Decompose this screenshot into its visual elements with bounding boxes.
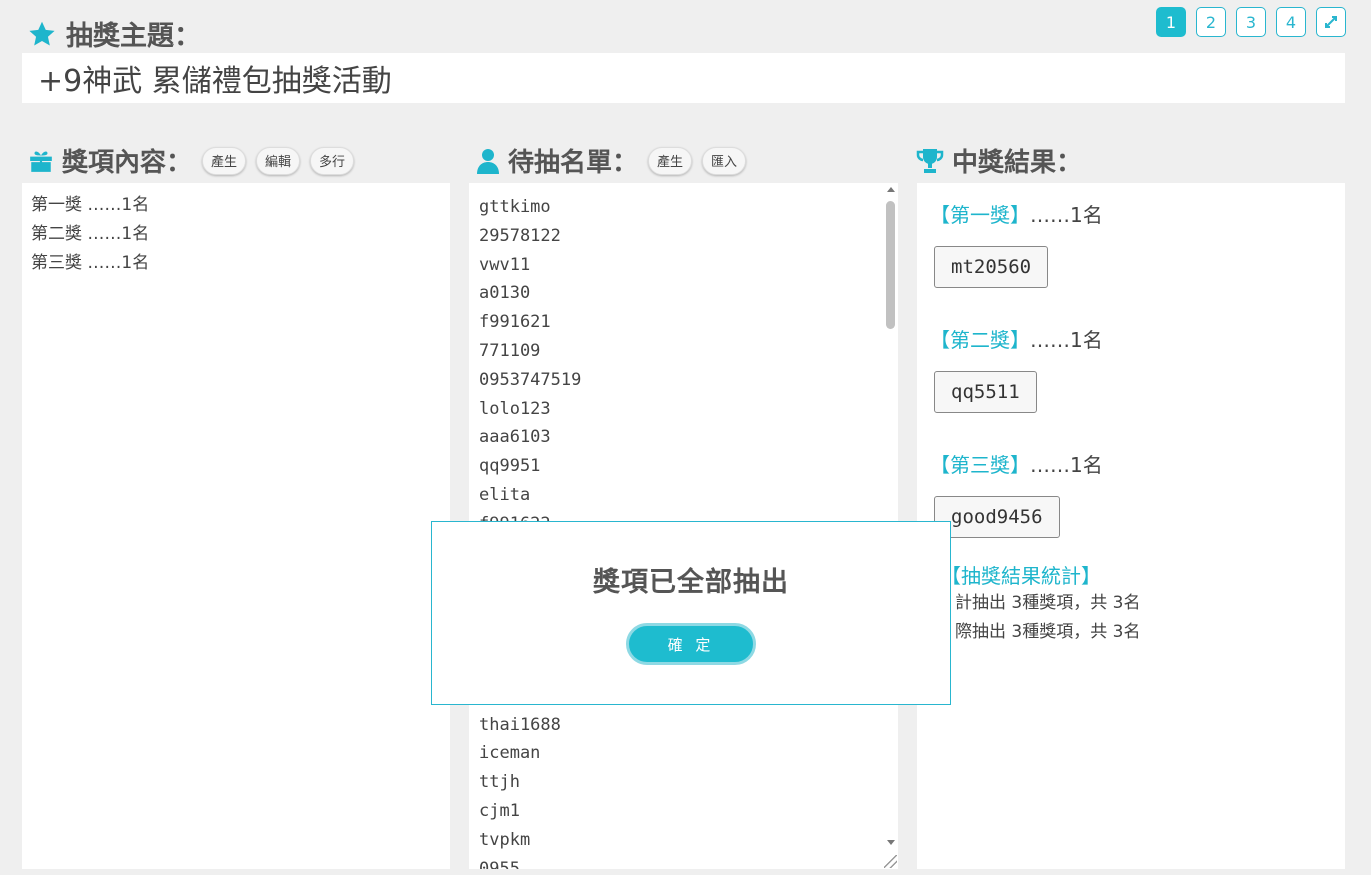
result-prize-title: 【第一獎】……1名 <box>930 199 1345 228</box>
topic-heading: 抽獎主題： <box>28 14 201 53</box>
expand-icon <box>1323 14 1339 30</box>
candidate-name: vwv11 <box>479 254 531 275</box>
scroll-up-arrow[interactable] <box>887 187 895 192</box>
results-panel: 【第一獎】……1名 mt20560 【第二獎】……1名 qq5511 【第三獎】… <box>917 183 1345 869</box>
page-button-2[interactable]: 2 <box>1196 7 1226 37</box>
candidate-name: iceman <box>479 743 541 764</box>
scroll-thumb[interactable] <box>886 201 895 329</box>
page-button-4[interactable]: 4 <box>1276 7 1306 37</box>
candidate-name: thai1688 <box>479 714 561 735</box>
gift-icon <box>28 148 54 174</box>
winner-box: qq5511 <box>934 371 1037 413</box>
candidate-name: 0953747519 <box>479 369 582 390</box>
prizes-textarea[interactable]: 第一獎 ……1名 第二獎 ……1名 第三獎 ……1名 <box>22 183 450 869</box>
candidate-name: 771109 <box>479 340 541 361</box>
prizes-heading: 獎項內容： 產生 編輯 多行 <box>28 142 355 179</box>
stats-line: 際抽出 3種獎項，共 3名 <box>955 622 1141 642</box>
candidates-label: 待抽名單： <box>508 148 639 178</box>
candidates-heading: 待抽名單： 產生 匯入 <box>476 142 747 179</box>
star-icon <box>28 20 56 48</box>
candidate-name: tvpkm <box>479 829 531 850</box>
lottery-app: 抽獎主題： 1 2 3 4 +9神武 累儲禮包抽獎活動 獎項內容： 產生 編輯 … <box>0 0 1371 875</box>
result-prize-title: 【第三獎】……1名 <box>930 449 1345 478</box>
result-prize-count: ……1名 <box>1030 328 1103 352</box>
result-prize-name: 【第一獎】 <box>930 203 1030 227</box>
user-icon <box>476 148 500 174</box>
candidate-name: ttjh <box>479 772 520 793</box>
multiline-button[interactable]: 多行 <box>310 146 355 175</box>
result-prize-count: ……1名 <box>1030 453 1103 477</box>
candidate-name: 0955 <box>479 858 520 869</box>
results-heading: 中獎結果： <box>916 142 1082 179</box>
prizes-label: 獎項內容： <box>62 148 193 178</box>
candidate-name: aaa6103 <box>479 427 551 448</box>
confirm-button[interactable]: 確 定 <box>626 623 756 665</box>
prize-line: 第二獎 ……1名 <box>31 224 150 244</box>
edit-prizes-button[interactable]: 編輯 <box>256 146 301 175</box>
generate-prizes-button[interactable]: 產生 <box>202 146 247 175</box>
candidate-name: cjm1 <box>479 800 520 821</box>
result-prize-name: 【第三獎】 <box>930 453 1030 477</box>
result-prize-name: 【第二獎】 <box>930 328 1030 352</box>
import-button[interactable]: 匯入 <box>702 146 747 175</box>
stats-line: 計抽出 3種獎項，共 3名 <box>955 593 1141 613</box>
fullscreen-button[interactable] <box>1316 7 1346 37</box>
result-prize-title: 【第二獎】……1名 <box>930 324 1345 353</box>
candidate-name: elita <box>479 484 531 505</box>
result-prize-count: ……1名 <box>1030 203 1103 227</box>
candidate-name: 29578122 <box>479 225 561 246</box>
candidate-name: qq9951 <box>479 456 541 477</box>
page-switcher: 1 2 3 4 <box>1156 7 1346 37</box>
prize-line: 第三獎 ……1名 <box>31 253 150 273</box>
candidate-name: gttkimo <box>479 197 551 217</box>
page-button-3[interactable]: 3 <box>1236 7 1266 37</box>
completion-dialog: 獎項已全部抽出 確 定 <box>431 521 951 705</box>
generate-candidates-button[interactable]: 產生 <box>648 146 693 175</box>
candidate-name: a0130 <box>479 283 531 304</box>
scroll-down-arrow[interactable] <box>887 840 895 845</box>
winner-box: good9456 <box>934 496 1060 538</box>
page-button-1[interactable]: 1 <box>1156 7 1186 37</box>
resize-handle[interactable] <box>884 855 897 868</box>
topic-label: 抽獎主題： <box>66 21 201 52</box>
results-label: 中獎結果： <box>952 148 1083 178</box>
dialog-message: 獎項已全部抽出 <box>593 567 789 598</box>
candidate-name: f991621 <box>479 312 551 333</box>
winner-box: mt20560 <box>934 246 1049 288</box>
candidate-name: lolo123 <box>479 398 551 419</box>
trophy-icon <box>916 148 944 174</box>
prize-line: 第一獎 ……1名 <box>31 195 150 215</box>
topic-input[interactable]: +9神武 累儲禮包抽獎活動 <box>22 53 1345 103</box>
stats-title: 【抽獎結果統計】 <box>941 564 1101 588</box>
